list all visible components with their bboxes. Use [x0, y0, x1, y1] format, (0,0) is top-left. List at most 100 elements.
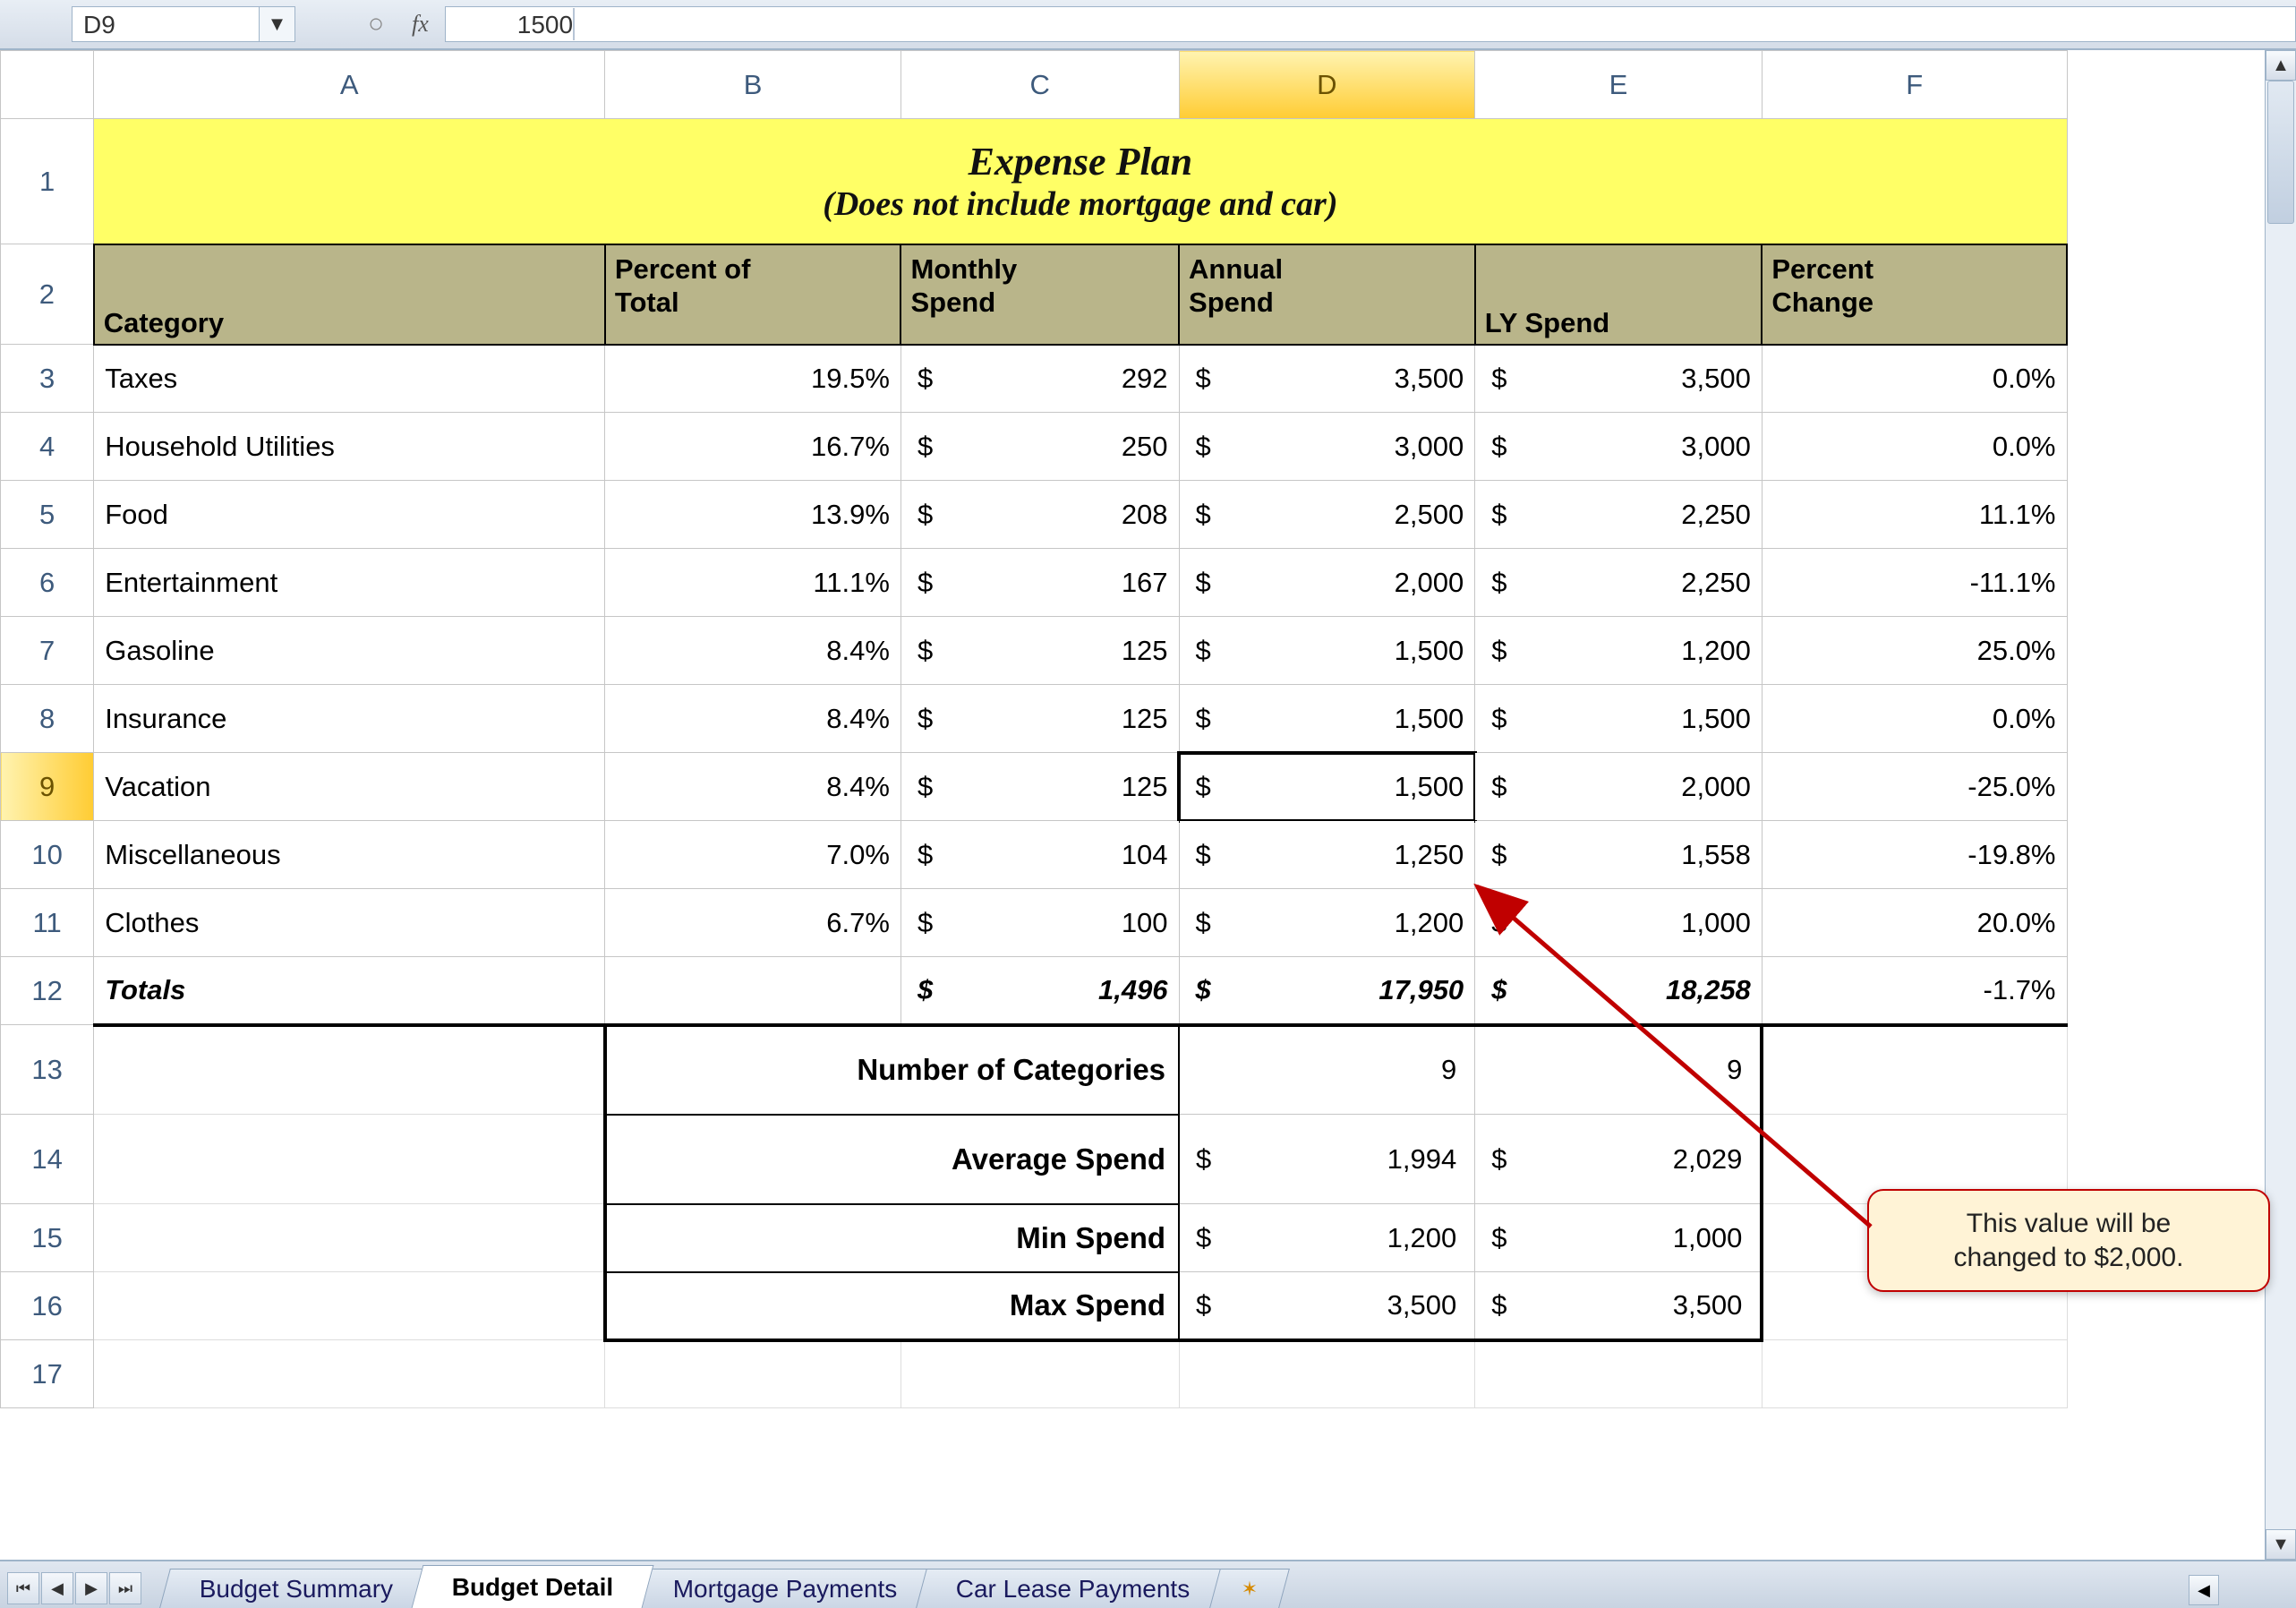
cell-F12[interactable]: -1.7%: [1762, 957, 2067, 1025]
col-hdr-B[interactable]: B: [605, 51, 901, 119]
cell-D10[interactable]: $1,250: [1179, 821, 1475, 889]
cell-E15[interactable]: $1,000: [1475, 1204, 1763, 1272]
scroll-thumb[interactable]: [2267, 81, 2294, 224]
cell-C12[interactable]: $1,496: [900, 957, 1179, 1025]
cell-C11[interactable]: $100: [900, 889, 1179, 957]
cell-B17[interactable]: [605, 1340, 901, 1408]
cell-D11[interactable]: $1,200: [1179, 889, 1475, 957]
row-hdr-17[interactable]: 17: [1, 1340, 94, 1408]
cell-F11[interactable]: 20.0%: [1762, 889, 2067, 957]
cell-A16[interactable]: [94, 1272, 605, 1340]
cell-A14[interactable]: [94, 1115, 605, 1204]
column-headers[interactable]: A B C D E F: [1, 51, 2068, 119]
cell-C4[interactable]: $250: [900, 413, 1179, 481]
cell-B8[interactable]: 8.4%: [605, 685, 901, 753]
cell-A13[interactable]: [94, 1025, 605, 1115]
col-hdr-E[interactable]: E: [1475, 51, 1763, 119]
cell-C9[interactable]: $125: [900, 753, 1179, 821]
name-box-dropdown[interactable]: ▼: [260, 6, 295, 42]
summary-avg-label[interactable]: Average Spend: [605, 1115, 1179, 1204]
row-hdr-15[interactable]: 15: [1, 1204, 94, 1272]
cell-D12[interactable]: $17,950: [1179, 957, 1475, 1025]
cell-A8[interactable]: Insurance: [94, 685, 605, 753]
cell-F6[interactable]: -11.1%: [1762, 549, 2067, 617]
cell-B12[interactable]: [605, 957, 901, 1025]
tab-nav-last[interactable]: ⏭: [109, 1572, 141, 1604]
row-hdr-7[interactable]: 7: [1, 617, 94, 685]
cell-A7[interactable]: Gasoline: [94, 617, 605, 685]
cell-A4[interactable]: Household Utilities: [94, 413, 605, 481]
cell-A3[interactable]: Taxes: [94, 345, 605, 413]
row-hdr-4[interactable]: 4: [1, 413, 94, 481]
cell-E5[interactable]: $2,250: [1475, 481, 1763, 549]
cancel-icon[interactable]: ○: [349, 9, 403, 39]
hdr-ly[interactable]: LY Spend: [1475, 244, 1763, 345]
cell-E4[interactable]: $3,000: [1475, 413, 1763, 481]
sheet-tab-mortgage-payments[interactable]: Mortgage Payments: [633, 1569, 937, 1608]
cell-B7[interactable]: 8.4%: [605, 617, 901, 685]
title-cell[interactable]: Expense Plan (Does not include mortgage …: [94, 119, 2067, 244]
cell-F17[interactable]: [1762, 1340, 2067, 1408]
cell-D7[interactable]: $1,500: [1179, 617, 1475, 685]
cell-B3[interactable]: 19.5%: [605, 345, 901, 413]
cell-E12[interactable]: $18,258: [1475, 957, 1763, 1025]
cell-C5[interactable]: $208: [900, 481, 1179, 549]
cell-A11[interactable]: Clothes: [94, 889, 605, 957]
cell-E10[interactable]: $1,558: [1475, 821, 1763, 889]
row-hdr-14[interactable]: 14: [1, 1115, 94, 1204]
hdr-category[interactable]: Category: [94, 244, 605, 345]
row-hdr-3[interactable]: 3: [1, 345, 94, 413]
cell-B5[interactable]: 13.9%: [605, 481, 901, 549]
scroll-down-button[interactable]: ▼: [2266, 1529, 2296, 1560]
cell-D4[interactable]: $3,000: [1179, 413, 1475, 481]
cell-A6[interactable]: Entertainment: [94, 549, 605, 617]
cell-D14[interactable]: $1,994: [1179, 1115, 1475, 1204]
cell-D16[interactable]: $3,500: [1179, 1272, 1475, 1340]
row-hdr-12[interactable]: 12: [1, 957, 94, 1025]
vertical-scrollbar[interactable]: ▲ ▼: [2265, 50, 2296, 1560]
row-hdr-5[interactable]: 5: [1, 481, 94, 549]
cell-A10[interactable]: Miscellaneous: [94, 821, 605, 889]
col-hdr-A[interactable]: A: [94, 51, 605, 119]
sheet-tab-budget-summary[interactable]: Budget Summary: [159, 1569, 433, 1608]
summary-max-label[interactable]: Max Spend: [605, 1272, 1179, 1340]
cell-B11[interactable]: 6.7%: [605, 889, 901, 957]
summary-numcat-label[interactable]: Number of Categories: [605, 1025, 1179, 1115]
cell-C7[interactable]: $125: [900, 617, 1179, 685]
tab-nav-prev[interactable]: ◀: [41, 1572, 73, 1604]
cell-F9[interactable]: -25.0%: [1762, 753, 2067, 821]
cell-F10[interactable]: -19.8%: [1762, 821, 2067, 889]
cell-D5[interactable]: $2,500: [1179, 481, 1475, 549]
col-hdr-C[interactable]: C: [900, 51, 1179, 119]
cell-A17[interactable]: [94, 1340, 605, 1408]
cell-C6[interactable]: $167: [900, 549, 1179, 617]
cell-D8[interactable]: $1,500: [1179, 685, 1475, 753]
cell-D15[interactable]: $1,200: [1179, 1204, 1475, 1272]
cell-B6[interactable]: 11.1%: [605, 549, 901, 617]
cell-F7[interactable]: 25.0%: [1762, 617, 2067, 685]
cell-B10[interactable]: 7.0%: [605, 821, 901, 889]
tab-nav-next[interactable]: ▶: [75, 1572, 107, 1604]
cell-E7[interactable]: $1,200: [1475, 617, 1763, 685]
cell-E6[interactable]: $2,250: [1475, 549, 1763, 617]
cell-C17[interactable]: [900, 1340, 1179, 1408]
row-hdr-8[interactable]: 8: [1, 685, 94, 753]
summary-min-label[interactable]: Min Spend: [605, 1204, 1179, 1272]
cell-A5[interactable]: Food: [94, 481, 605, 549]
hdr-annual[interactable]: AnnualSpend: [1179, 244, 1475, 345]
cell-C3[interactable]: $292: [900, 345, 1179, 413]
cell-A15[interactable]: [94, 1204, 605, 1272]
cell-C10[interactable]: $104: [900, 821, 1179, 889]
sheet-tab-car-lease-payments[interactable]: Car Lease Payments: [916, 1569, 1230, 1608]
row-hdr-10[interactable]: 10: [1, 821, 94, 889]
formula-input[interactable]: 1500: [445, 6, 2296, 42]
cell-E9[interactable]: $2,000: [1475, 753, 1763, 821]
scroll-up-button[interactable]: ▲: [2266, 50, 2296, 81]
cell-E13[interactable]: 9: [1475, 1025, 1763, 1115]
hdr-monthly[interactable]: MonthlySpend: [900, 244, 1179, 345]
select-all-corner[interactable]: [1, 51, 94, 119]
fx-icon[interactable]: fx: [412, 11, 429, 38]
row-hdr-2[interactable]: 2: [1, 244, 94, 345]
hdr-pct[interactable]: Percent ofTotal: [605, 244, 901, 345]
cell-E8[interactable]: $1,500: [1475, 685, 1763, 753]
